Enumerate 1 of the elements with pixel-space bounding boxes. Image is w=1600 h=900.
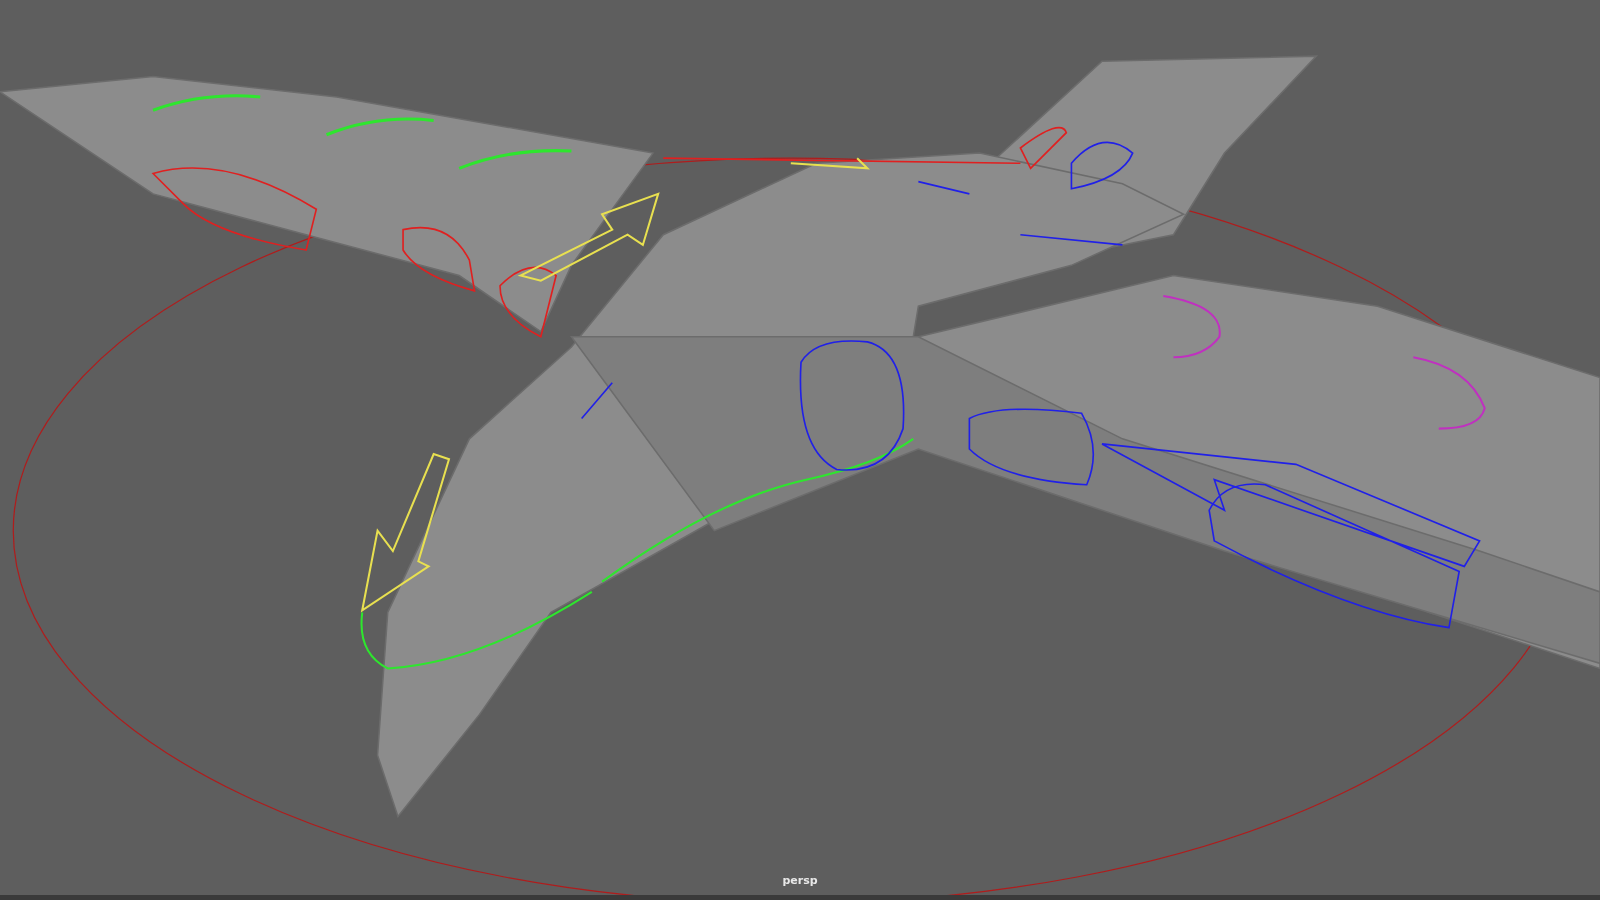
camera-label: persp (782, 874, 818, 887)
